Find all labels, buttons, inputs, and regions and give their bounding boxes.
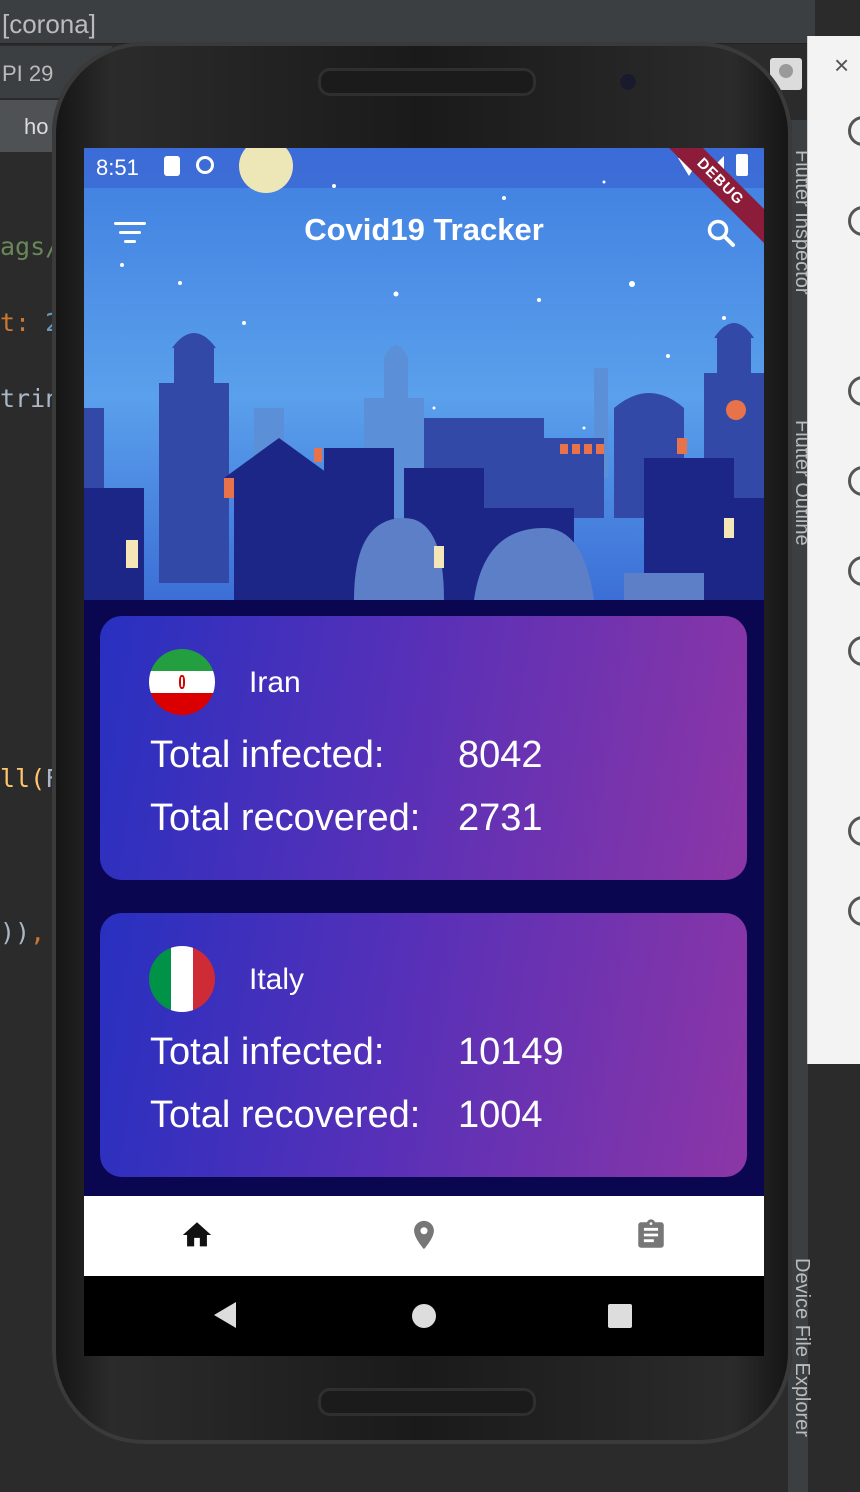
infected-value: 8042: [458, 734, 543, 776]
phone-speaker: [318, 68, 536, 96]
overview-icon[interactable]: [848, 816, 860, 846]
rotate-icon[interactable]: [848, 376, 860, 406]
sync-icon: [196, 156, 214, 174]
zoom-icon[interactable]: [848, 636, 860, 666]
italy-flag-icon: [149, 946, 215, 1012]
app-title: Covid19 Tracker: [304, 212, 544, 247]
android-navigation-bar: [84, 1276, 764, 1356]
battery-icon: [736, 154, 748, 176]
recent-apps-icon[interactable]: [608, 1304, 632, 1328]
phone-screen: 8:51 DEBUG Covid19 Tracker Iran Total in…: [84, 148, 764, 1356]
country-card-iran[interactable]: Iran Total infected: 8042 Total recovere…: [100, 616, 747, 880]
phone-speaker-bottom: [318, 1388, 536, 1416]
iran-flag-icon: [149, 649, 215, 715]
infected-label: Total infected:: [150, 1031, 385, 1073]
power-icon[interactable]: [848, 116, 860, 146]
code-line: )),: [0, 918, 45, 947]
status-time: 8:51: [96, 155, 139, 180]
volume-icon[interactable]: [848, 206, 860, 236]
country-card-italy[interactable]: Italy Total infected: 10149 Total recove…: [100, 913, 747, 1177]
recovered-value: 2731: [458, 797, 543, 839]
nav-reports[interactable]: [538, 1196, 764, 1276]
ide-bottom-area: [0, 1440, 788, 1492]
code-token: ,: [30, 918, 46, 947]
app-bar: Covid19 Tracker: [84, 188, 764, 278]
infected-value: 10149: [458, 1031, 564, 1073]
home-icon: [182, 1222, 212, 1247]
infected-label: Total infected:: [150, 734, 385, 776]
camera-icon[interactable]: [848, 556, 860, 586]
location-pin-icon: [414, 1220, 434, 1250]
close-icon[interactable]: ×: [834, 50, 849, 81]
code-token: ll(: [0, 764, 46, 793]
back-icon[interactable]: [214, 1302, 236, 1328]
device-file-explorer-tab[interactable]: Device File Explorer: [790, 1258, 813, 1437]
nav-home[interactable]: [84, 1196, 310, 1276]
country-name: Italy: [249, 963, 305, 996]
nav-map[interactable]: [311, 1196, 537, 1276]
bottom-navigation-bar: [84, 1196, 764, 1276]
emulator-toolbar: ×: [807, 36, 860, 1064]
home-button-icon[interactable]: [412, 1304, 436, 1328]
code-token: )): [0, 918, 31, 947]
square-icon[interactable]: [848, 896, 860, 926]
front-camera: [618, 72, 638, 92]
sd-card-icon: [164, 156, 180, 176]
editor-file-tab[interactable]: ho: [0, 100, 60, 152]
search-icon[interactable]: [706, 218, 736, 248]
recovered-label: Total recovered:: [150, 797, 421, 839]
rotate-right-icon[interactable]: [848, 466, 860, 496]
ide-window-title: [corona]: [0, 0, 815, 44]
clipboard-icon: [638, 1219, 664, 1248]
status-bar: 8:51: [84, 148, 764, 188]
country-name: Iran: [249, 666, 301, 699]
recovered-label: Total recovered:: [150, 1094, 421, 1136]
code-token: t:: [0, 308, 46, 337]
recovered-value: 1004: [458, 1094, 543, 1136]
